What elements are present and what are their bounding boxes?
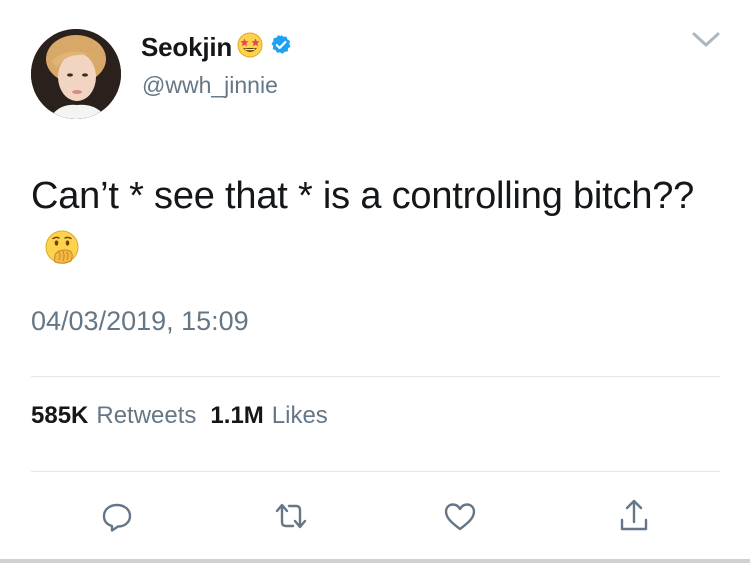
likes-count[interactable]: 1.1M <box>210 402 263 430</box>
profile-photo <box>31 29 121 119</box>
bottom-border <box>0 559 750 563</box>
retweet-icon[interactable] <box>271 496 311 536</box>
star-struck-emoji-icon <box>236 31 264 64</box>
display-name[interactable]: Seokjin <box>141 32 232 63</box>
hand-over-mouth-emoji-icon <box>43 228 81 266</box>
reply-icon[interactable] <box>97 496 137 536</box>
tweet-body: Can’t * see that * is a controlling bitc… <box>31 175 695 217</box>
author-name-row: Seokjin <box>141 30 292 64</box>
engagement-stats: 585K Retweets 1.1M Likes <box>31 402 334 430</box>
retweets-count[interactable]: 585K <box>31 402 88 430</box>
like-icon[interactable] <box>440 496 480 536</box>
divider <box>31 376 720 377</box>
tweet-text: Can’t * see that * is a controlling bitc… <box>31 170 711 274</box>
share-icon[interactable] <box>614 496 654 536</box>
chevron-down-icon[interactable] <box>690 28 722 52</box>
tweet-timestamp: 04/03/2019, 15:09 <box>31 306 249 336</box>
likes-label[interactable]: Likes <box>272 402 328 430</box>
user-handle[interactable]: @wwh_jinnie <box>142 72 278 99</box>
retweets-label[interactable]: Retweets <box>96 402 196 430</box>
divider <box>31 471 720 472</box>
tweet-action-bar <box>0 496 750 540</box>
avatar[interactable] <box>31 29 121 119</box>
verified-badge-icon <box>268 34 292 61</box>
